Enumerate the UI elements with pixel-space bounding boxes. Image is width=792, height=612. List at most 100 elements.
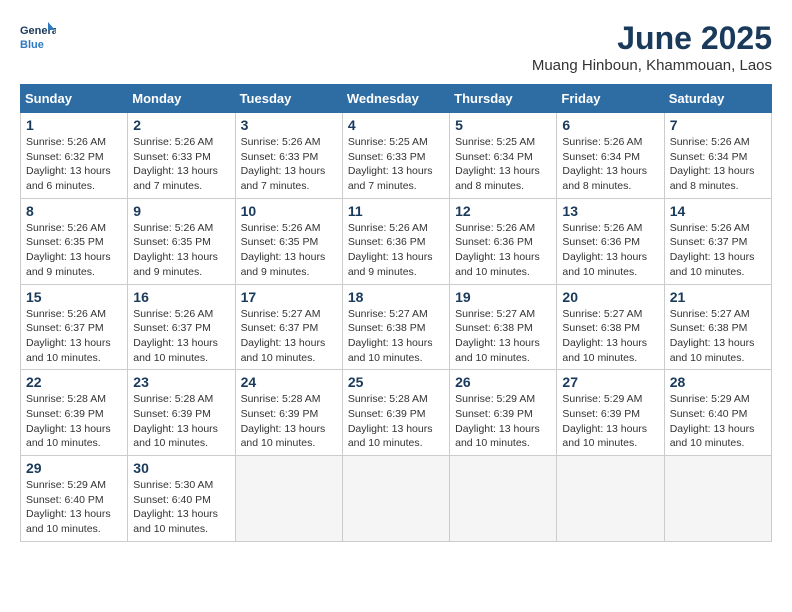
daylight: Daylight: 13 hours and 10 minutes.	[670, 250, 766, 279]
cell-week5-day6	[664, 456, 771, 542]
day-detail: Sunrise: 5:27 AM Sunset: 6:38 PM Dayligh…	[670, 307, 766, 366]
page-header: General Blue June 2025 Muang Hinboun, Kh…	[20, 20, 772, 74]
week-row-4: 22 Sunrise: 5:28 AM Sunset: 6:39 PM Dayl…	[21, 370, 772, 456]
cell-week2-day3: 11 Sunrise: 5:26 AM Sunset: 6:36 PM Dayl…	[342, 198, 449, 284]
sunset: Sunset: 6:37 PM	[241, 321, 337, 336]
cell-week4-day6: 28 Sunrise: 5:29 AM Sunset: 6:40 PM Dayl…	[664, 370, 771, 456]
cell-week4-day2: 24 Sunrise: 5:28 AM Sunset: 6:39 PM Dayl…	[235, 370, 342, 456]
cell-week4-day5: 27 Sunrise: 5:29 AM Sunset: 6:39 PM Dayl…	[557, 370, 664, 456]
day-number: 28	[670, 374, 766, 390]
sunset: Sunset: 6:39 PM	[562, 407, 658, 422]
cell-week3-day1: 16 Sunrise: 5:26 AM Sunset: 6:37 PM Dayl…	[128, 284, 235, 370]
daylight: Daylight: 13 hours and 7 minutes.	[348, 164, 444, 193]
sunset: Sunset: 6:33 PM	[348, 150, 444, 165]
day-detail: Sunrise: 5:28 AM Sunset: 6:39 PM Dayligh…	[241, 392, 337, 451]
sunset: Sunset: 6:40 PM	[670, 407, 766, 422]
day-detail: Sunrise: 5:27 AM Sunset: 6:38 PM Dayligh…	[348, 307, 444, 366]
cell-week2-day2: 10 Sunrise: 5:26 AM Sunset: 6:35 PM Dayl…	[235, 198, 342, 284]
sunset: Sunset: 6:33 PM	[133, 150, 229, 165]
cell-week2-day0: 8 Sunrise: 5:26 AM Sunset: 6:35 PM Dayli…	[21, 198, 128, 284]
day-detail: Sunrise: 5:25 AM Sunset: 6:34 PM Dayligh…	[455, 135, 551, 194]
daylight: Daylight: 13 hours and 7 minutes.	[133, 164, 229, 193]
sunset: Sunset: 6:40 PM	[133, 493, 229, 508]
day-detail: Sunrise: 5:29 AM Sunset: 6:39 PM Dayligh…	[455, 392, 551, 451]
sunrise: Sunrise: 5:27 AM	[455, 307, 551, 322]
day-number: 20	[562, 289, 658, 305]
sunset: Sunset: 6:38 PM	[562, 321, 658, 336]
daylight: Daylight: 13 hours and 8 minutes.	[670, 164, 766, 193]
header-thursday: Thursday	[450, 85, 557, 113]
cell-week2-day4: 12 Sunrise: 5:26 AM Sunset: 6:36 PM Dayl…	[450, 198, 557, 284]
daylight: Daylight: 13 hours and 6 minutes.	[26, 164, 122, 193]
day-number: 7	[670, 117, 766, 133]
daylight: Daylight: 13 hours and 8 minutes.	[562, 164, 658, 193]
day-detail: Sunrise: 5:28 AM Sunset: 6:39 PM Dayligh…	[26, 392, 122, 451]
daylight: Daylight: 13 hours and 10 minutes.	[241, 422, 337, 451]
day-detail: Sunrise: 5:27 AM Sunset: 6:38 PM Dayligh…	[455, 307, 551, 366]
sunset: Sunset: 6:37 PM	[133, 321, 229, 336]
cell-week1-day3: 4 Sunrise: 5:25 AM Sunset: 6:33 PM Dayli…	[342, 113, 449, 199]
sunrise: Sunrise: 5:28 AM	[241, 392, 337, 407]
sunrise: Sunrise: 5:28 AM	[133, 392, 229, 407]
daylight: Daylight: 13 hours and 10 minutes.	[26, 422, 122, 451]
sunrise: Sunrise: 5:26 AM	[455, 221, 551, 236]
month-title: June 2025	[532, 20, 772, 57]
sunrise: Sunrise: 5:27 AM	[562, 307, 658, 322]
calendar-table: Sunday Monday Tuesday Wednesday Thursday…	[20, 84, 772, 542]
day-number: 26	[455, 374, 551, 390]
sunrise: Sunrise: 5:27 AM	[241, 307, 337, 322]
sunrise: Sunrise: 5:28 AM	[348, 392, 444, 407]
daylight: Daylight: 13 hours and 10 minutes.	[241, 336, 337, 365]
day-number: 17	[241, 289, 337, 305]
header-sunday: Sunday	[21, 85, 128, 113]
day-detail: Sunrise: 5:30 AM Sunset: 6:40 PM Dayligh…	[133, 478, 229, 537]
sunrise: Sunrise: 5:27 AM	[348, 307, 444, 322]
sunset: Sunset: 6:38 PM	[670, 321, 766, 336]
daylight: Daylight: 13 hours and 10 minutes.	[133, 422, 229, 451]
cell-week4-day3: 25 Sunrise: 5:28 AM Sunset: 6:39 PM Dayl…	[342, 370, 449, 456]
day-number: 10	[241, 203, 337, 219]
daylight: Daylight: 13 hours and 10 minutes.	[455, 422, 551, 451]
day-detail: Sunrise: 5:26 AM Sunset: 6:34 PM Dayligh…	[562, 135, 658, 194]
daylight: Daylight: 13 hours and 9 minutes.	[241, 250, 337, 279]
cell-week4-day1: 23 Sunrise: 5:28 AM Sunset: 6:39 PM Dayl…	[128, 370, 235, 456]
day-detail: Sunrise: 5:26 AM Sunset: 6:35 PM Dayligh…	[241, 221, 337, 280]
sunset: Sunset: 6:39 PM	[26, 407, 122, 422]
sunset: Sunset: 6:39 PM	[348, 407, 444, 422]
sunset: Sunset: 6:36 PM	[348, 235, 444, 250]
sunset: Sunset: 6:35 PM	[133, 235, 229, 250]
cell-week3-day4: 19 Sunrise: 5:27 AM Sunset: 6:38 PM Dayl…	[450, 284, 557, 370]
day-detail: Sunrise: 5:26 AM Sunset: 6:33 PM Dayligh…	[241, 135, 337, 194]
day-detail: Sunrise: 5:26 AM Sunset: 6:34 PM Dayligh…	[670, 135, 766, 194]
cell-week1-day2: 3 Sunrise: 5:26 AM Sunset: 6:33 PM Dayli…	[235, 113, 342, 199]
daylight: Daylight: 13 hours and 10 minutes.	[133, 336, 229, 365]
daylight: Daylight: 13 hours and 8 minutes.	[455, 164, 551, 193]
svg-text:Blue: Blue	[20, 39, 44, 51]
day-number: 21	[670, 289, 766, 305]
cell-week4-day4: 26 Sunrise: 5:29 AM Sunset: 6:39 PM Dayl…	[450, 370, 557, 456]
week-row-2: 8 Sunrise: 5:26 AM Sunset: 6:35 PM Dayli…	[21, 198, 772, 284]
day-number: 8	[26, 203, 122, 219]
day-detail: Sunrise: 5:26 AM Sunset: 6:35 PM Dayligh…	[26, 221, 122, 280]
day-number: 3	[241, 117, 337, 133]
daylight: Daylight: 13 hours and 10 minutes.	[348, 422, 444, 451]
day-number: 15	[26, 289, 122, 305]
day-number: 9	[133, 203, 229, 219]
sunrise: Sunrise: 5:26 AM	[241, 221, 337, 236]
cell-week3-day2: 17 Sunrise: 5:27 AM Sunset: 6:37 PM Dayl…	[235, 284, 342, 370]
day-detail: Sunrise: 5:26 AM Sunset: 6:36 PM Dayligh…	[348, 221, 444, 280]
logo: General Blue	[20, 20, 56, 56]
day-detail: Sunrise: 5:25 AM Sunset: 6:33 PM Dayligh…	[348, 135, 444, 194]
daylight: Daylight: 13 hours and 10 minutes.	[455, 336, 551, 365]
header-saturday: Saturday	[664, 85, 771, 113]
day-detail: Sunrise: 5:29 AM Sunset: 6:40 PM Dayligh…	[670, 392, 766, 451]
day-number: 2	[133, 117, 229, 133]
calendar-header-row: Sunday Monday Tuesday Wednesday Thursday…	[21, 85, 772, 113]
day-number: 22	[26, 374, 122, 390]
cell-week2-day1: 9 Sunrise: 5:26 AM Sunset: 6:35 PM Dayli…	[128, 198, 235, 284]
cell-week1-day4: 5 Sunrise: 5:25 AM Sunset: 6:34 PM Dayli…	[450, 113, 557, 199]
day-detail: Sunrise: 5:26 AM Sunset: 6:37 PM Dayligh…	[133, 307, 229, 366]
day-number: 12	[455, 203, 551, 219]
sunrise: Sunrise: 5:26 AM	[670, 135, 766, 150]
sunrise: Sunrise: 5:26 AM	[670, 221, 766, 236]
